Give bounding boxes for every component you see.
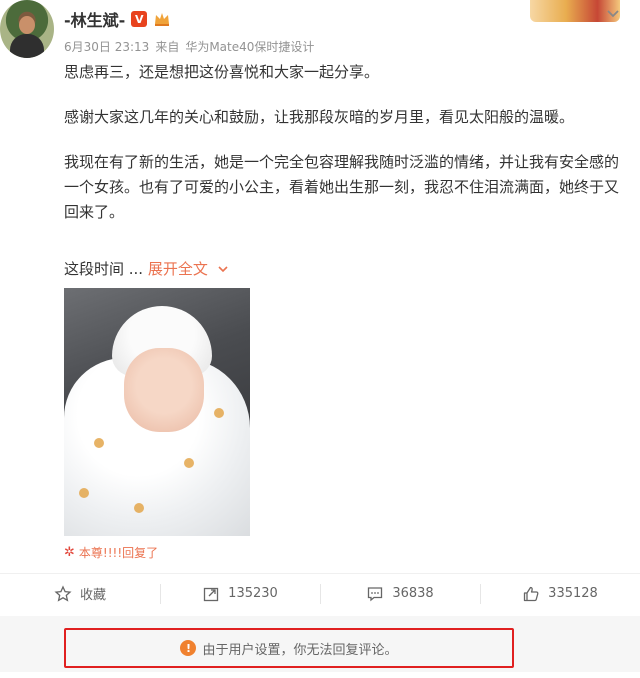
post-meta: 6月30日 23:13 来自 华为Mate40保时捷设计 (64, 38, 314, 55)
like-button[interactable]: 335128 (480, 574, 640, 613)
post-content: 思虑再三，还是想把这份喜悦和大家一起分享。 感谢大家这几年的关心和鼓励，让我那段… (64, 60, 624, 245)
action-bar: 收藏 135230 36838 335128 (0, 573, 640, 613)
expand-full-text-link[interactable]: 展开全文 (148, 260, 229, 278)
post-date[interactable]: 6月30日 23:13 (64, 38, 149, 55)
warning-icon: ! (180, 640, 197, 656)
repost-icon (204, 587, 219, 601)
comment-button[interactable]: 36838 (320, 574, 480, 613)
thumbs-up-icon (524, 586, 539, 601)
verified-badge-icon: V (131, 11, 148, 27)
comment-count: 36838 (392, 586, 434, 601)
reply-note-text: 本尊!!!!回复了 (78, 546, 159, 560)
expand-label: 展开全文 (147, 260, 208, 278)
source-prefix: 来自 (155, 40, 180, 54)
author-name[interactable]: -林生斌- (64, 7, 125, 31)
like-count: 335128 (548, 586, 598, 601)
author-row: -林生斌- V (64, 8, 171, 30)
paragraph-3: 我现在有了新的生活，她是一个完全包容理解我随时泛滥的情绪，并让我有安全感的一个女… (64, 153, 620, 221)
star-icon (54, 584, 72, 602)
repost-count: 135230 (228, 586, 278, 601)
comment-disabled-notice: ! 由于用户设置，你无法回复评论。 (64, 628, 514, 668)
device-source[interactable]: 华为Mate40保时捷设计 (185, 38, 314, 55)
author-replied-note[interactable]: ✲ 本尊!!!!回复了 (64, 544, 158, 561)
chevron-down-icon[interactable] (604, 4, 622, 22)
favorite-button[interactable]: 收藏 (0, 574, 160, 613)
post-image-baby[interactable] (64, 288, 250, 536)
chevron-down-icon (218, 266, 228, 273)
avatar[interactable] (0, 0, 54, 58)
truncated-text: 这段时间 ... (64, 260, 144, 278)
comment-icon (368, 586, 383, 601)
crown-icon (155, 13, 170, 26)
spark-icon: ✲ (64, 545, 75, 560)
truncated-row: 这段时间 ... 展开全文 (64, 257, 229, 282)
paragraph-1: 思虑再三，还是想把这份喜悦和大家一起分享。 (64, 63, 380, 81)
favorite-label: 收藏 (79, 588, 106, 603)
repost-button[interactable]: 135230 (160, 574, 320, 613)
paragraph-2: 感谢大家这几年的关心和鼓励，让我那段灰暗的岁月里，看见太阳般的温暖。 (64, 108, 575, 126)
notice-text: 由于用户设置，你无法回复评论。 (202, 642, 398, 658)
